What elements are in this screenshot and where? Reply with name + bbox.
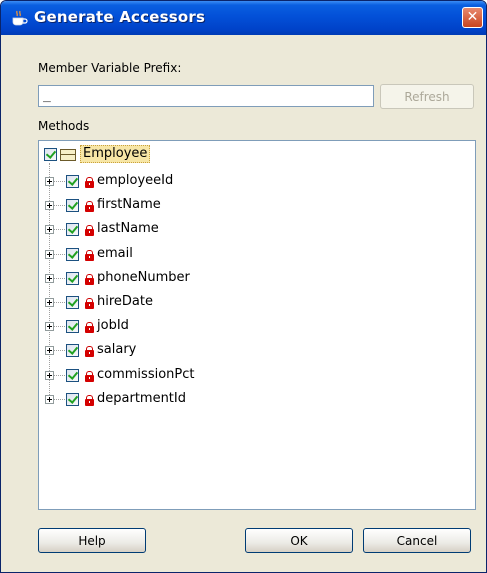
field-row-jobId[interactable]: jobId <box>39 318 439 338</box>
methods-label: Methods <box>38 119 90 133</box>
field-checkbox[interactable] <box>66 272 79 285</box>
private-lock-icon <box>85 298 94 309</box>
tree-branch-line <box>54 326 65 327</box>
field-checkbox[interactable] <box>66 296 79 309</box>
close-icon: ✕ <box>466 9 479 25</box>
tree-root-employee[interactable]: Employee <box>80 145 151 163</box>
methods-tree[interactable]: Employee employeeId firstName lastName emai… <box>38 140 476 510</box>
field-checkbox[interactable] <box>66 248 79 261</box>
expand-icon[interactable] <box>45 371 54 380</box>
field-row-email[interactable]: email <box>39 246 439 266</box>
employee-checkbox[interactable] <box>44 148 57 161</box>
refresh-button[interactable]: Refresh <box>380 84 474 109</box>
tree-branch-line <box>54 278 65 279</box>
title-bar[interactable]: Generate Accessors ✕ <box>1 1 486 35</box>
expand-icon[interactable] <box>45 346 54 355</box>
expand-icon[interactable] <box>45 177 54 186</box>
generate-accessors-dialog: Generate Accessors ✕ Member Variable Pre… <box>0 0 487 573</box>
field-row-hireDate[interactable]: hireDate <box>39 294 439 314</box>
private-lock-icon <box>85 395 94 406</box>
field-row-employeeId[interactable]: employeeId <box>39 173 439 193</box>
field-name: jobId <box>97 318 129 333</box>
class-icon <box>60 149 76 161</box>
field-name: email <box>97 246 133 261</box>
field-name: departmentId <box>97 391 186 406</box>
expand-icon[interactable] <box>45 250 54 259</box>
tree-branch-line <box>54 350 65 351</box>
field-checkbox[interactable] <box>66 199 79 212</box>
private-lock-icon <box>85 250 94 261</box>
help-button[interactable]: Help <box>38 528 146 553</box>
field-row-lastName[interactable]: lastName <box>39 221 439 241</box>
dialog-title: Generate Accessors <box>34 8 206 26</box>
field-row-commissionPct[interactable]: commissionPct <box>39 367 439 387</box>
tree-branch-line <box>54 254 65 255</box>
tree-branch-line <box>54 399 65 400</box>
tree-branch-line <box>54 229 65 230</box>
cancel-button[interactable]: Cancel <box>363 528 471 553</box>
expand-icon[interactable] <box>45 201 54 210</box>
expand-icon[interactable] <box>45 322 54 331</box>
field-row-salary[interactable]: salary <box>39 342 439 362</box>
private-lock-icon <box>85 177 94 188</box>
private-lock-icon <box>85 322 94 333</box>
field-name: employeeId <box>97 173 174 188</box>
field-name: hireDate <box>97 294 153 309</box>
field-checkbox[interactable] <box>66 175 79 188</box>
expand-icon[interactable] <box>45 298 54 307</box>
field-checkbox[interactable] <box>66 344 79 357</box>
close-button[interactable]: ✕ <box>462 7 483 28</box>
private-lock-icon <box>85 274 94 285</box>
tree-branch-line <box>54 302 65 303</box>
coffee-cup-icon <box>12 10 28 26</box>
field-name: phoneNumber <box>97 270 190 285</box>
field-name: lastName <box>97 221 159 236</box>
field-name: firstName <box>97 197 161 212</box>
dialog-body: Member Variable Prefix: _ Refresh Method… <box>5 35 482 568</box>
prefix-label: Member Variable Prefix: <box>38 61 182 75</box>
field-checkbox[interactable] <box>66 320 79 333</box>
private-lock-icon <box>85 346 94 357</box>
expand-icon[interactable] <box>45 274 54 283</box>
tree-branch-line <box>54 181 65 182</box>
field-checkbox[interactable] <box>66 369 79 382</box>
field-row-phoneNumber[interactable]: phoneNumber <box>39 270 439 290</box>
field-name: commissionPct <box>97 367 195 382</box>
private-lock-icon <box>85 225 94 236</box>
expand-icon[interactable] <box>45 395 54 404</box>
field-checkbox[interactable] <box>66 223 79 236</box>
field-name: salary <box>97 342 137 357</box>
tree-branch-line <box>54 375 65 376</box>
member-variable-prefix-input[interactable]: _ <box>38 85 374 107</box>
field-row-firstName[interactable]: firstName <box>39 197 439 217</box>
field-checkbox[interactable] <box>66 393 79 406</box>
private-lock-icon <box>85 201 94 212</box>
ok-button[interactable]: OK <box>245 528 353 553</box>
tree-branch-line <box>54 205 65 206</box>
field-row-departmentId[interactable]: departmentId <box>39 391 439 411</box>
expand-icon[interactable] <box>45 225 54 234</box>
private-lock-icon <box>85 371 94 382</box>
